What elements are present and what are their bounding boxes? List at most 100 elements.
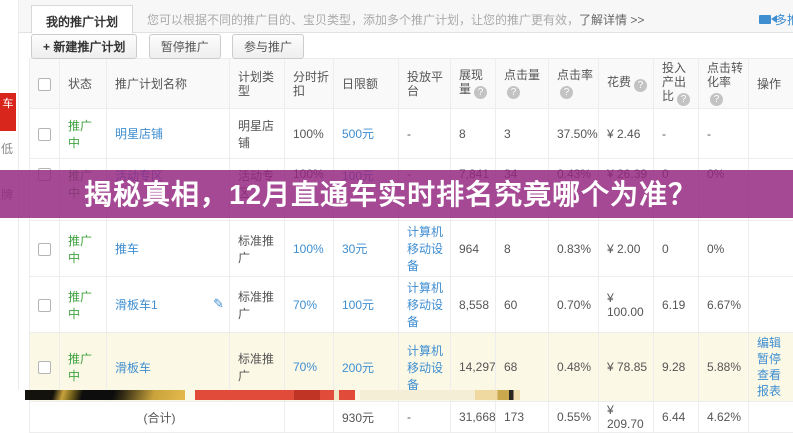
background-thumbnail [25, 390, 185, 400]
row-checkbox[interactable] [38, 128, 51, 141]
campaign-name-link[interactable]: 滑板车1 [115, 296, 158, 313]
campaign-name-link[interactable]: 明星店铺 [115, 125, 163, 142]
col-status: 状态 [60, 59, 107, 109]
total-row: (合计) 930元 - 31,668 173 0.55% ¥ 209.70 6.… [30, 402, 793, 433]
conversion-value: - [707, 127, 711, 141]
ctr-value: 0.83% [557, 242, 591, 256]
plan-type: 标准推广 [238, 234, 274, 265]
status-badge: 推广中 [68, 234, 92, 265]
ctr-value: 37.50% [557, 127, 598, 141]
cost-value: ¥ 2.00 [607, 242, 640, 256]
plan-type: 明星店铺 [238, 119, 274, 150]
col-clicks: 点击量? [496, 59, 549, 109]
video-link-label: 多推广计划介绍 [775, 13, 793, 27]
info-icon[interactable]: ? [474, 86, 487, 99]
conversion-value: 0% [707, 242, 724, 256]
campaign-table: 状态 推广计划名称 计划类型 分时折扣 日限额 投放平台 展现量? 点击量? 点… [29, 58, 793, 433]
col-type: 计划类型 [230, 59, 285, 109]
col-limit: 日限额 [334, 59, 399, 109]
info-icon[interactable]: ? [677, 93, 690, 106]
platform-link[interactable]: 计算机 移动设备 [407, 342, 447, 393]
daily-limit-link[interactable]: 500元 [342, 125, 374, 142]
col-impressions: 展现量? [451, 59, 496, 109]
table-header-row: 状态 推广计划名称 计划类型 分时折扣 日限额 投放平台 展现量? 点击量? 点… [30, 59, 793, 109]
ctr-value: 0.48% [557, 360, 591, 374]
platform-link[interactable]: 计算机 移动设备 [407, 279, 447, 330]
roi-value: 9.28 [662, 360, 685, 374]
total-label: (合计) [144, 411, 176, 425]
col-name: 推广计划名称 [107, 59, 230, 109]
impressions-value: 964 [459, 242, 479, 256]
clicks-value: 68 [504, 360, 517, 374]
view-report-link[interactable]: 查看报表 [757, 367, 790, 399]
plan-type: 标准推广 [238, 290, 274, 321]
col-ctr: 点击率? [549, 59, 599, 109]
total-platform: - [407, 410, 411, 424]
tab-hint: 您可以根据不同的推广目的、宝贝类型，添加多个推广计划，让您的推广更有效，了解详情… [147, 11, 644, 28]
roi-value: - [662, 127, 666, 141]
col-roi: 投入产出比? [654, 59, 699, 109]
table-row: 推广中 滑板车1 ✎ 标准推广 70% 100元 计算机 移动设备 8,558 6… [30, 277, 793, 333]
pause-action-link[interactable]: 暂停 [757, 351, 790, 367]
daily-limit-link[interactable]: 30元 [342, 240, 367, 257]
impressions-value: 14,297 [459, 360, 496, 374]
clicks-value: 8 [504, 242, 511, 256]
background-thumbnail [195, 390, 355, 400]
campaign-name-link[interactable]: 滑板车 [115, 359, 151, 376]
campaign-name-link[interactable]: 推车 [115, 240, 139, 257]
info-icon[interactable]: ? [634, 79, 647, 92]
toolbar: + 新建推广计划 暂停推广 参与推广 [19, 33, 793, 58]
total-limit: 930元 [342, 411, 374, 425]
tab-my-campaigns[interactable]: 我的推广计划 [31, 5, 133, 34]
info-icon[interactable]: ? [710, 93, 723, 106]
edit-icon[interactable]: ✎ [213, 296, 224, 312]
pause-campaign-button[interactable]: 暂停推广 [149, 34, 221, 59]
learn-more-link[interactable]: 了解详情 >> [579, 13, 644, 27]
table-row: 推广中 明星店铺 明星店铺 100% 500元 - 8 3 37.50% ¥ 2… [30, 109, 793, 159]
table-row: 推广中 推车 标准推广 100% 30元 计算机 移动设备 964 8 0.83… [30, 221, 793, 277]
select-all-checkbox[interactable] [38, 78, 51, 91]
daily-limit-link[interactable]: 100元 [342, 296, 374, 313]
plan-type: 标准推广 [238, 352, 274, 383]
status-badge: 推广中 [68, 119, 92, 150]
total-clicks: 173 [504, 410, 524, 424]
background-red-badge: 车 [0, 93, 16, 131]
col-discount: 分时折扣 [285, 59, 334, 109]
new-campaign-button[interactable]: + 新建推广计划 [31, 34, 137, 59]
col-select [30, 59, 60, 109]
roi-value: 0 [662, 242, 669, 256]
multi-plan-intro-link[interactable]: 多推广计划介绍 [759, 11, 793, 28]
ctr-value: 0.70% [557, 298, 591, 312]
info-icon[interactable]: ? [507, 86, 520, 99]
overlay-banner: 揭秘真相，12月直通车实时排名究竟哪个为准？ [0, 170, 793, 218]
platform-link[interactable]: 计算机 移动设备 [407, 223, 447, 274]
status-badge: 推广中 [68, 290, 92, 321]
total-impressions: 31,668 [459, 410, 496, 424]
row-checkbox[interactable] [38, 299, 51, 312]
cost-value: ¥ 2.46 [607, 127, 640, 141]
daily-limit-link[interactable]: 200元 [342, 359, 374, 376]
conversion-value: 6.67% [707, 298, 741, 312]
roi-value: 6.19 [662, 298, 685, 312]
total-cost: ¥ 209.70 [607, 403, 644, 431]
col-conversion: 点击转化率? [699, 59, 749, 109]
impressions-value: 8 [459, 127, 466, 141]
cost-value: ¥ 100.00 [607, 291, 644, 319]
platform-value: - [407, 127, 411, 141]
cost-value: ¥ 78.85 [607, 360, 647, 374]
row-checkbox[interactable] [38, 361, 51, 374]
edit-action-link[interactable]: 编辑 [757, 335, 790, 351]
status-badge: 推广中 [68, 352, 92, 383]
col-actions: 操作 [749, 59, 793, 109]
join-campaign-button[interactable]: 参与推广 [232, 34, 304, 59]
hint-text: 您可以根据不同的推广目的、宝贝类型，添加多个推广计划，让您的推广更有效， [147, 13, 579, 27]
total-ctr: 0.55% [557, 410, 591, 424]
row-checkbox[interactable] [38, 243, 51, 256]
discount-link[interactable]: 70% [293, 360, 317, 374]
discount-link[interactable]: 100% [293, 242, 324, 256]
info-icon[interactable]: ? [560, 86, 573, 99]
col-platform: 投放平台 [399, 59, 451, 109]
background-text-fragment: 低 [1, 140, 18, 157]
discount-link[interactable]: 70% [293, 298, 317, 312]
impressions-value: 8,558 [459, 298, 489, 312]
